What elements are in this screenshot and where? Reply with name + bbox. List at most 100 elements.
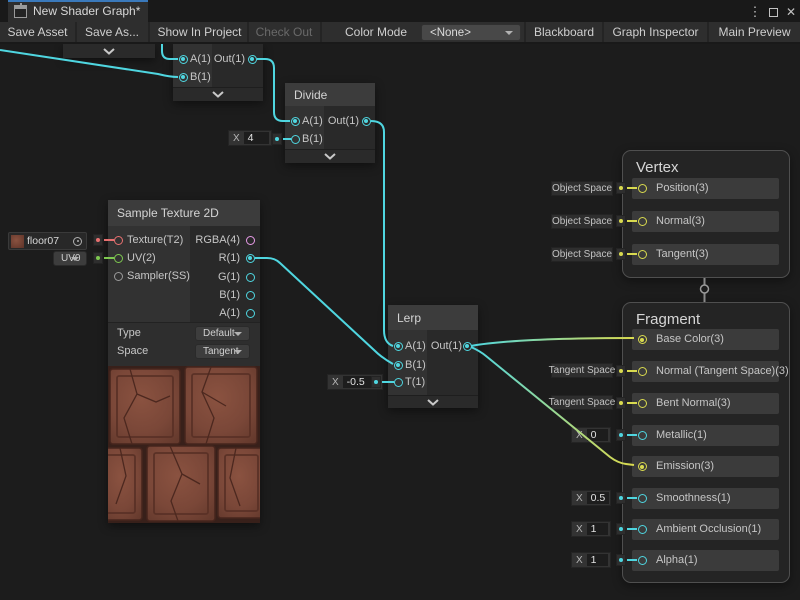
main-preview-button[interactable]: Main Preview xyxy=(709,22,800,42)
fragment-row-bent-normal[interactable]: Bent Normal(3) xyxy=(632,393,779,414)
smoothness-default-field[interactable]: X 0.5 xyxy=(571,490,611,506)
lerp-a-port[interactable] xyxy=(394,342,403,351)
object-picker-icon[interactable] xyxy=(73,237,82,246)
fragment-row-emission[interactable]: Emission(3) xyxy=(632,456,779,477)
space-dropdown[interactable]: Tangent xyxy=(195,344,250,359)
math-node[interactable]: A(1) B(1) Out(1) xyxy=(173,44,263,101)
g-port[interactable] xyxy=(246,273,255,282)
normal-space-chip[interactable]: Object Space xyxy=(551,214,613,229)
normal-ts-connector-dot xyxy=(616,365,626,377)
save-asset-button[interactable]: Save Asset xyxy=(0,22,75,42)
ambient-occlusion-port[interactable] xyxy=(638,525,647,534)
alpha-port[interactable] xyxy=(638,556,647,565)
math-a-port[interactable] xyxy=(179,55,188,64)
math-preview-toggle[interactable] xyxy=(173,87,263,101)
uv-connector-dot xyxy=(93,252,103,264)
x-label: X xyxy=(572,430,587,441)
r-port[interactable] xyxy=(246,254,255,263)
uv-port[interactable] xyxy=(114,254,123,263)
position-space-chip[interactable]: Object Space xyxy=(551,181,613,196)
tangent-space-chip[interactable]: Object Space xyxy=(551,247,613,262)
texture-asset-name: floor07 xyxy=(27,235,73,247)
metallic-value[interactable]: 0 xyxy=(587,429,608,441)
rgba-port[interactable] xyxy=(246,236,255,245)
divide-out-port[interactable] xyxy=(362,117,371,126)
graph-inspector-button[interactable]: Graph Inspector xyxy=(604,22,707,42)
vertex-row-normal[interactable]: Normal(3) xyxy=(632,211,779,232)
a-port[interactable] xyxy=(246,309,255,318)
math-out-port[interactable] xyxy=(248,55,257,64)
chevron-down-icon xyxy=(71,257,79,261)
fragment-block[interactable]: Fragment Base Color(3) Normal (Tangent S… xyxy=(622,302,790,583)
vertex-fragment-link-handle[interactable] xyxy=(701,285,709,293)
r-label: R(1) xyxy=(166,252,240,264)
divide-preview-toggle[interactable] xyxy=(285,149,375,163)
fragment-row-ambient-occlusion[interactable]: Ambient Occlusion(1) xyxy=(632,519,779,540)
show-in-project-button[interactable]: Show In Project xyxy=(152,22,247,42)
position-label: Position(3) xyxy=(656,178,709,199)
fragment-row-metallic[interactable]: Metallic(1) xyxy=(632,425,779,446)
fragment-row-alpha[interactable]: Alpha(1) xyxy=(632,550,779,571)
type-label: Type xyxy=(117,327,141,339)
bent-normal-port[interactable] xyxy=(638,399,647,408)
sample-texture-2d-node[interactable]: Sample Texture 2D Texture(T2) UV(2) Samp… xyxy=(108,200,260,523)
bent-normal-space-chip[interactable]: Tangent Space xyxy=(551,395,613,410)
divide-node[interactable]: Divide A(1) B(1) Out(1) xyxy=(285,83,375,163)
math-b-port[interactable] xyxy=(179,73,188,82)
alpha-value[interactable]: 1 xyxy=(587,554,608,566)
metallic-default-field[interactable]: X 0 xyxy=(571,427,611,443)
blackboard-button[interactable]: Blackboard xyxy=(526,22,602,42)
sampler-port[interactable] xyxy=(114,272,123,281)
collapsed-node-preview-bar[interactable] xyxy=(63,44,155,58)
lerp-node[interactable]: Lerp A(1) B(1) T(1) Out(1) xyxy=(388,305,478,408)
ambient-occlusion-value[interactable]: 1 xyxy=(587,523,608,535)
vertex-title: Vertex xyxy=(636,159,679,176)
lerp-out-port[interactable] xyxy=(463,342,472,351)
fragment-row-normal[interactable]: Normal (Tangent Space)(3) xyxy=(632,361,779,382)
ambient-occlusion-default-field[interactable]: X 1 xyxy=(571,521,611,537)
metallic-connector-dot xyxy=(616,429,626,441)
lerp-preview-toggle[interactable] xyxy=(388,395,478,408)
lerp-title: Lerp xyxy=(388,305,478,330)
type-dropdown[interactable]: Default xyxy=(195,326,250,341)
alpha-default-field[interactable]: X 1 xyxy=(571,552,611,568)
uv-channel-dropdown[interactable]: UV0 xyxy=(53,251,87,266)
metallic-port[interactable] xyxy=(638,431,647,440)
tangent-port[interactable] xyxy=(638,250,647,259)
divide-b-default-field[interactable]: X 4 xyxy=(228,130,272,146)
divide-a-port[interactable] xyxy=(291,117,300,126)
tab-new-shader-graph[interactable]: New Shader Graph* xyxy=(8,0,148,22)
vertex-row-tangent[interactable]: Tangent(3) xyxy=(632,244,779,265)
lerp-a-label: A(1) xyxy=(405,340,426,352)
fragment-row-smoothness[interactable]: Smoothness(1) xyxy=(632,488,779,509)
divide-b-value[interactable]: 4 xyxy=(244,132,269,144)
edge-sample-r-to-lerp-b[interactable] xyxy=(255,258,393,364)
maximize-icon[interactable] xyxy=(765,2,781,22)
position-port[interactable] xyxy=(638,184,647,193)
smoothness-port[interactable] xyxy=(638,494,647,503)
window-menu-icon[interactable]: ⋮ xyxy=(748,2,762,22)
emission-port[interactable] xyxy=(638,462,647,471)
divide-out-label: Out(1) xyxy=(325,115,359,127)
divide-b-port[interactable] xyxy=(291,135,300,144)
normal-ts-space-chip[interactable]: Tangent Space xyxy=(551,363,613,378)
fragment-row-base-color[interactable]: Base Color(3) xyxy=(632,329,779,350)
texture-object-field[interactable]: floor07 xyxy=(8,232,87,250)
normal-port[interactable] xyxy=(638,217,647,226)
base-color-port[interactable] xyxy=(638,335,647,344)
emission-label: Emission(3) xyxy=(656,456,714,477)
b-port[interactable] xyxy=(246,291,255,300)
save-as-button[interactable]: Save As... xyxy=(77,22,147,42)
color-mode-value: <None> xyxy=(430,27,471,39)
lerp-b-port[interactable] xyxy=(394,361,403,370)
normal-ts-port[interactable] xyxy=(638,367,647,376)
vertex-block[interactable]: Vertex Position(3) Normal(3) Tangent(3) xyxy=(622,150,790,278)
close-icon[interactable]: ✕ xyxy=(783,2,799,22)
texture-port[interactable] xyxy=(114,236,123,245)
x-label: X xyxy=(572,493,587,504)
color-mode-dropdown[interactable]: <None> xyxy=(421,24,521,41)
edge-lerp-out-to-base-color[interactable] xyxy=(471,338,634,346)
smoothness-value[interactable]: 0.5 xyxy=(587,492,610,504)
vertex-row-position[interactable]: Position(3) xyxy=(632,178,779,199)
lerp-t-port[interactable] xyxy=(394,378,403,387)
